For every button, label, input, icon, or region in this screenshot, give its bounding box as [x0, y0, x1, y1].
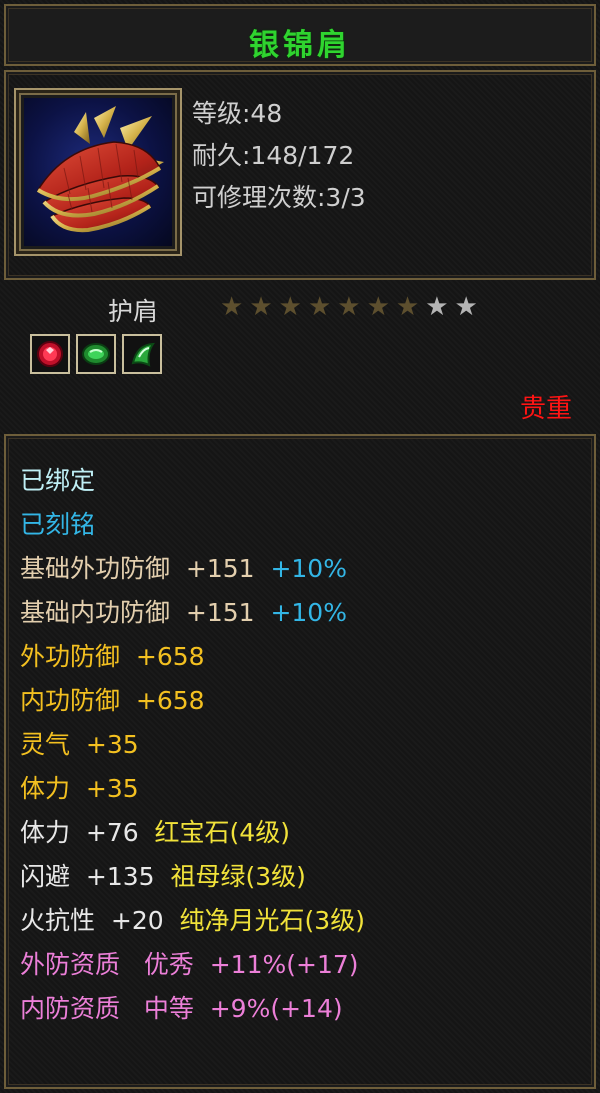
attribute-text: 内防资质 中等 +9%(+14) — [20, 994, 343, 1023]
star-filled-icon: ★ — [366, 292, 390, 322]
attribute-text: 红宝石(4级) — [154, 818, 290, 847]
attribute-text: 已刻铭 — [20, 510, 96, 539]
gem-slot-2[interactable] — [76, 334, 116, 374]
ruby-gem-icon — [37, 341, 63, 367]
item-icon-frame — [14, 88, 182, 256]
attribute-text: 基础内功防御 +151 — [20, 598, 271, 627]
attribute-line: 内功防御 +658 — [20, 686, 205, 716]
attribute-text: 火抗性 +20 — [20, 906, 180, 935]
attribute-line: 内防资质 中等 +9%(+14) — [20, 994, 343, 1024]
repair-count-text: 可修理次数:3/3 — [192, 183, 366, 212]
attribute-text: +10% — [270, 554, 347, 583]
attribute-line: 火抗性 +20 纯净月光石(3级) — [20, 906, 365, 936]
attribute-line: 闪避 +135 祖母绿(3级) — [20, 862, 306, 892]
gem-slots — [30, 334, 162, 374]
star-filled-icon: ★ — [337, 292, 361, 322]
attribute-text: 内功防御 +658 — [20, 686, 205, 715]
star-rating: ★ ★ ★ ★ ★ ★ ★ ★ ★ — [220, 294, 478, 320]
attribute-line: 已刻铭 — [20, 510, 95, 540]
attribute-text: 纯净月光石(3级) — [179, 906, 365, 935]
attribute-line: 外功防御 +658 — [20, 642, 205, 672]
attribute-text: 已绑定 — [20, 466, 96, 495]
star-filled-icon: ★ — [395, 292, 420, 322]
star-filled-icon: ★ — [220, 292, 244, 322]
attribute-text: 基础外功防御 +151 — [20, 554, 271, 583]
item-type-label: 护肩 — [108, 297, 159, 326]
level-text: 等级:48 — [192, 99, 283, 128]
star-filled-icon: ★ — [278, 292, 302, 322]
attribute-text: 闪避 +135 — [20, 862, 171, 891]
attribute-text: 体力 +35 — [20, 774, 139, 803]
attribute-line: 基础外功防御 +151 +10% — [20, 554, 347, 584]
emerald-gem-icon — [82, 343, 110, 365]
gem-slot-3[interactable] — [122, 334, 162, 374]
star-empty-icon: ★ — [425, 292, 449, 322]
star-empty-icon: ★ — [454, 292, 478, 322]
attribute-line: 基础内功防御 +151 +10% — [20, 598, 347, 628]
gem-slot-1[interactable] — [30, 334, 70, 374]
attribute-text: +10% — [270, 598, 347, 627]
attribute-line: 灵气 +35 — [20, 730, 139, 760]
attribute-line: 外防资质 优秀 +11%(+17) — [20, 950, 359, 980]
shoulder-armor-icon — [24, 98, 172, 246]
attribute-text: 外防资质 优秀 +11%(+17) — [20, 950, 359, 979]
item-name-title: 银锦肩 — [249, 28, 351, 63]
attribute-text: 外功防御 +658 — [20, 642, 205, 671]
durability-text: 耐久:148/172 — [192, 141, 355, 170]
attribute-line: 体力 +76 红宝石(4级) — [20, 818, 290, 848]
star-filled-icon: ★ — [307, 292, 332, 322]
title-bar: 银锦肩 — [4, 4, 596, 66]
rarity-label: 贵重 — [519, 394, 572, 424]
star-filled-icon: ★ — [249, 292, 273, 322]
attribute-text: 祖母绿(3级) — [170, 862, 306, 891]
attribute-line: 体力 +35 — [20, 774, 139, 804]
attribute-text: 灵气 +35 — [20, 730, 139, 759]
attribute-text: 体力 +76 — [20, 818, 155, 847]
item-tooltip-panel: 银锦肩 等级:48 耐久:148/172 可修理次数:3/3 护肩 ★ ★ ★ … — [0, 0, 600, 1093]
moonstone-gem-icon — [131, 342, 155, 367]
attribute-line: 已绑定 — [20, 466, 95, 496]
